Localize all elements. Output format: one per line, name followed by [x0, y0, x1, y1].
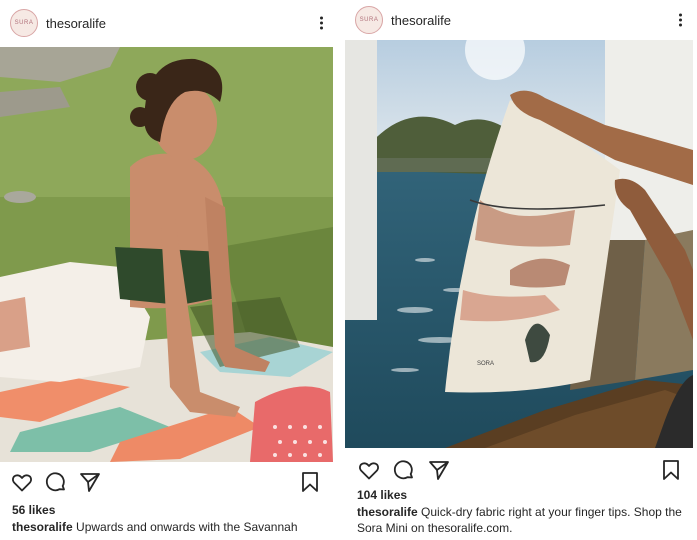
caption-text: Upwards and onwards with the Savannah	[76, 520, 298, 534]
caption-username[interactable]: thesoralife	[12, 520, 73, 534]
likes-count[interactable]: 56 likes	[12, 503, 55, 517]
heart-icon[interactable]	[10, 470, 34, 494]
avatar[interactable]: SURA	[355, 6, 383, 34]
post-photo[interactable]	[0, 47, 333, 462]
caption: thesoralife Quick-dry fabric right at yo…	[357, 504, 687, 536]
post-1: SURA thesoralife 56 likes thesoralife Up…	[0, 0, 338, 540]
post-photo[interactable]: SORA	[345, 40, 693, 448]
heart-icon[interactable]	[357, 458, 381, 482]
bookmark-icon[interactable]	[659, 458, 683, 482]
action-bar	[345, 452, 697, 486]
towel-label: SORA	[477, 361, 494, 367]
comment-icon[interactable]	[44, 470, 68, 494]
caption-username[interactable]: thesoralife	[357, 505, 418, 519]
action-bar	[0, 464, 338, 498]
username[interactable]: thesoralife	[391, 13, 451, 28]
comment-icon[interactable]	[392, 458, 416, 482]
avatar-logo-text: SURA	[14, 20, 34, 26]
bookmark-icon[interactable]	[298, 470, 322, 494]
more-icon[interactable]	[679, 12, 683, 29]
username[interactable]: thesoralife	[46, 16, 106, 31]
share-icon[interactable]	[427, 458, 451, 482]
share-icon[interactable]	[78, 470, 102, 494]
avatar-logo-text: SURA	[359, 17, 379, 23]
more-icon[interactable]	[320, 15, 324, 32]
likes-count[interactable]: 104 likes	[357, 488, 407, 502]
avatar[interactable]: SURA	[10, 9, 38, 37]
towel-photo-illustration: SORA	[345, 40, 693, 448]
yoga-photo-illustration	[0, 47, 333, 462]
post-header: SURA thesoralife	[345, 0, 697, 40]
post-2: SURA thesoralife SORA 104 likes thesoral…	[345, 0, 697, 540]
post-header: SURA thesoralife	[0, 0, 338, 46]
caption: thesoralife Upwards and onwards with the…	[12, 519, 332, 535]
